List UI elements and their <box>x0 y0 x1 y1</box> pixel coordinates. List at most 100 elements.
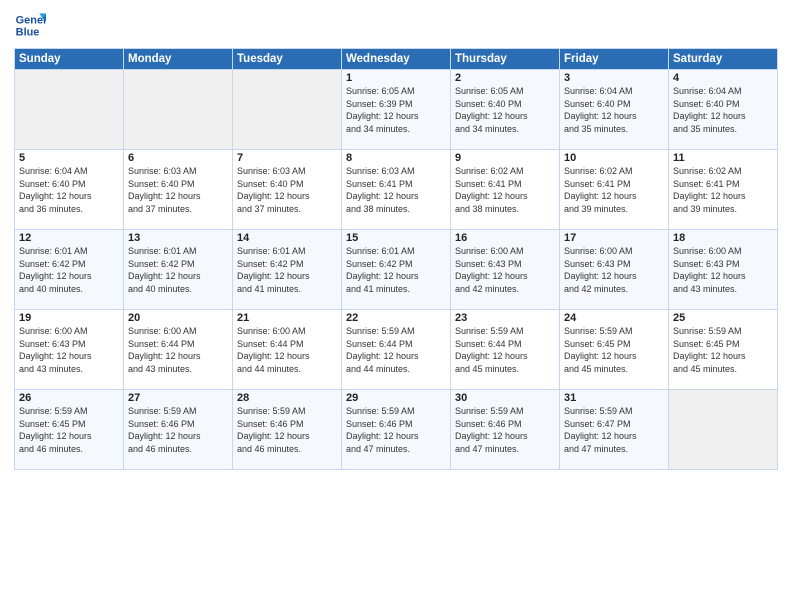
day-info: Sunrise: 6:05 AM Sunset: 6:40 PM Dayligh… <box>455 85 555 135</box>
calendar-cell: 9Sunrise: 6:02 AM Sunset: 6:41 PM Daylig… <box>451 150 560 230</box>
logo-icon: General Blue <box>14 10 46 42</box>
day-info: Sunrise: 6:00 AM Sunset: 6:43 PM Dayligh… <box>673 245 773 295</box>
calendar-cell: 13Sunrise: 6:01 AM Sunset: 6:42 PM Dayli… <box>124 230 233 310</box>
calendar-cell: 31Sunrise: 5:59 AM Sunset: 6:47 PM Dayli… <box>560 390 669 470</box>
day-number: 14 <box>237 232 337 244</box>
day-number: 2 <box>455 72 555 84</box>
day-info: Sunrise: 6:03 AM Sunset: 6:40 PM Dayligh… <box>128 165 228 215</box>
day-info: Sunrise: 6:04 AM Sunset: 6:40 PM Dayligh… <box>673 85 773 135</box>
day-info: Sunrise: 6:01 AM Sunset: 6:42 PM Dayligh… <box>237 245 337 295</box>
day-info: Sunrise: 6:00 AM Sunset: 6:43 PM Dayligh… <box>564 245 664 295</box>
page-header: General Blue <box>14 10 778 42</box>
calendar-cell: 16Sunrise: 6:00 AM Sunset: 6:43 PM Dayli… <box>451 230 560 310</box>
day-number: 19 <box>19 312 119 324</box>
calendar-cell: 17Sunrise: 6:00 AM Sunset: 6:43 PM Dayli… <box>560 230 669 310</box>
day-number: 12 <box>19 232 119 244</box>
day-info: Sunrise: 6:01 AM Sunset: 6:42 PM Dayligh… <box>19 245 119 295</box>
day-info: Sunrise: 5:59 AM Sunset: 6:44 PM Dayligh… <box>346 325 446 375</box>
calendar-cell: 30Sunrise: 5:59 AM Sunset: 6:46 PM Dayli… <box>451 390 560 470</box>
calendar-cell: 27Sunrise: 5:59 AM Sunset: 6:46 PM Dayli… <box>124 390 233 470</box>
day-number: 17 <box>564 232 664 244</box>
day-number: 3 <box>564 72 664 84</box>
day-number: 27 <box>128 392 228 404</box>
calendar-cell <box>124 70 233 150</box>
calendar-cell: 2Sunrise: 6:05 AM Sunset: 6:40 PM Daylig… <box>451 70 560 150</box>
day-number: 5 <box>19 152 119 164</box>
day-info: Sunrise: 6:05 AM Sunset: 6:39 PM Dayligh… <box>346 85 446 135</box>
day-info: Sunrise: 6:00 AM Sunset: 6:43 PM Dayligh… <box>455 245 555 295</box>
day-number: 22 <box>346 312 446 324</box>
day-info: Sunrise: 6:04 AM Sunset: 6:40 PM Dayligh… <box>564 85 664 135</box>
calendar-cell: 23Sunrise: 5:59 AM Sunset: 6:44 PM Dayli… <box>451 310 560 390</box>
calendar-cell: 29Sunrise: 5:59 AM Sunset: 6:46 PM Dayli… <box>342 390 451 470</box>
calendar-cell <box>669 390 778 470</box>
day-number: 21 <box>237 312 337 324</box>
calendar-cell: 7Sunrise: 6:03 AM Sunset: 6:40 PM Daylig… <box>233 150 342 230</box>
day-number: 31 <box>564 392 664 404</box>
day-info: Sunrise: 5:59 AM Sunset: 6:44 PM Dayligh… <box>455 325 555 375</box>
day-info: Sunrise: 5:59 AM Sunset: 6:45 PM Dayligh… <box>673 325 773 375</box>
day-number: 30 <box>455 392 555 404</box>
day-number: 23 <box>455 312 555 324</box>
calendar-cell: 21Sunrise: 6:00 AM Sunset: 6:44 PM Dayli… <box>233 310 342 390</box>
calendar-cell: 15Sunrise: 6:01 AM Sunset: 6:42 PM Dayli… <box>342 230 451 310</box>
day-of-week-header: Monday <box>124 49 233 70</box>
day-number: 10 <box>564 152 664 164</box>
day-info: Sunrise: 6:02 AM Sunset: 6:41 PM Dayligh… <box>564 165 664 215</box>
day-number: 26 <box>19 392 119 404</box>
day-of-week-header: Saturday <box>669 49 778 70</box>
calendar-cell: 18Sunrise: 6:00 AM Sunset: 6:43 PM Dayli… <box>669 230 778 310</box>
calendar-cell: 3Sunrise: 6:04 AM Sunset: 6:40 PM Daylig… <box>560 70 669 150</box>
day-number: 15 <box>346 232 446 244</box>
calendar-cell: 11Sunrise: 6:02 AM Sunset: 6:41 PM Dayli… <box>669 150 778 230</box>
day-number: 13 <box>128 232 228 244</box>
calendar-cell: 24Sunrise: 5:59 AM Sunset: 6:45 PM Dayli… <box>560 310 669 390</box>
calendar-cell <box>15 70 124 150</box>
calendar-cell: 25Sunrise: 5:59 AM Sunset: 6:45 PM Dayli… <box>669 310 778 390</box>
day-number: 16 <box>455 232 555 244</box>
calendar-cell: 12Sunrise: 6:01 AM Sunset: 6:42 PM Dayli… <box>15 230 124 310</box>
day-number: 8 <box>346 152 446 164</box>
day-info: Sunrise: 6:02 AM Sunset: 6:41 PM Dayligh… <box>455 165 555 215</box>
day-number: 18 <box>673 232 773 244</box>
calendar-cell: 8Sunrise: 6:03 AM Sunset: 6:41 PM Daylig… <box>342 150 451 230</box>
day-number: 7 <box>237 152 337 164</box>
calendar-cell: 20Sunrise: 6:00 AM Sunset: 6:44 PM Dayli… <box>124 310 233 390</box>
day-info: Sunrise: 6:00 AM Sunset: 6:44 PM Dayligh… <box>237 325 337 375</box>
calendar-cell: 10Sunrise: 6:02 AM Sunset: 6:41 PM Dayli… <box>560 150 669 230</box>
calendar-cell: 22Sunrise: 5:59 AM Sunset: 6:44 PM Dayli… <box>342 310 451 390</box>
calendar-cell: 1Sunrise: 6:05 AM Sunset: 6:39 PM Daylig… <box>342 70 451 150</box>
svg-text:Blue: Blue <box>16 26 40 38</box>
day-of-week-header: Sunday <box>15 49 124 70</box>
calendar-cell: 6Sunrise: 6:03 AM Sunset: 6:40 PM Daylig… <box>124 150 233 230</box>
day-number: 11 <box>673 152 773 164</box>
day-info: Sunrise: 5:59 AM Sunset: 6:45 PM Dayligh… <box>564 325 664 375</box>
day-number: 24 <box>564 312 664 324</box>
day-info: Sunrise: 6:00 AM Sunset: 6:44 PM Dayligh… <box>128 325 228 375</box>
day-info: Sunrise: 5:59 AM Sunset: 6:46 PM Dayligh… <box>455 405 555 455</box>
day-info: Sunrise: 6:03 AM Sunset: 6:40 PM Dayligh… <box>237 165 337 215</box>
day-number: 1 <box>346 72 446 84</box>
calendar-cell: 26Sunrise: 5:59 AM Sunset: 6:45 PM Dayli… <box>15 390 124 470</box>
calendar-cell: 28Sunrise: 5:59 AM Sunset: 6:46 PM Dayli… <box>233 390 342 470</box>
day-number: 20 <box>128 312 228 324</box>
calendar-cell: 5Sunrise: 6:04 AM Sunset: 6:40 PM Daylig… <box>15 150 124 230</box>
day-number: 29 <box>346 392 446 404</box>
day-of-week-header: Friday <box>560 49 669 70</box>
day-info: Sunrise: 6:00 AM Sunset: 6:43 PM Dayligh… <box>19 325 119 375</box>
day-info: Sunrise: 6:03 AM Sunset: 6:41 PM Dayligh… <box>346 165 446 215</box>
day-number: 25 <box>673 312 773 324</box>
calendar-cell: 4Sunrise: 6:04 AM Sunset: 6:40 PM Daylig… <box>669 70 778 150</box>
day-info: Sunrise: 6:01 AM Sunset: 6:42 PM Dayligh… <box>128 245 228 295</box>
day-of-week-header: Tuesday <box>233 49 342 70</box>
day-info: Sunrise: 6:04 AM Sunset: 6:40 PM Dayligh… <box>19 165 119 215</box>
day-number: 9 <box>455 152 555 164</box>
day-info: Sunrise: 5:59 AM Sunset: 6:46 PM Dayligh… <box>128 405 228 455</box>
day-number: 28 <box>237 392 337 404</box>
day-info: Sunrise: 5:59 AM Sunset: 6:47 PM Dayligh… <box>564 405 664 455</box>
day-info: Sunrise: 5:59 AM Sunset: 6:46 PM Dayligh… <box>346 405 446 455</box>
day-info: Sunrise: 5:59 AM Sunset: 6:45 PM Dayligh… <box>19 405 119 455</box>
calendar-cell: 19Sunrise: 6:00 AM Sunset: 6:43 PM Dayli… <box>15 310 124 390</box>
day-number: 4 <box>673 72 773 84</box>
day-info: Sunrise: 6:01 AM Sunset: 6:42 PM Dayligh… <box>346 245 446 295</box>
